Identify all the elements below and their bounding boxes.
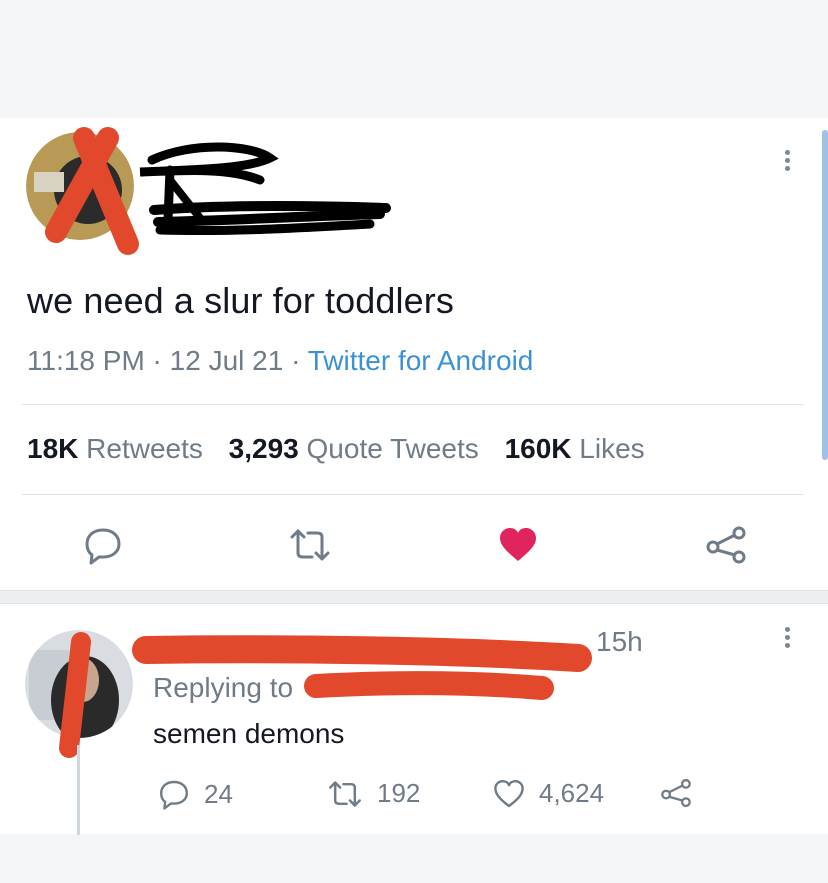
more-options-icon[interactable] — [780, 150, 794, 180]
like-icon — [500, 528, 536, 561]
reply-button[interactable] — [80, 522, 126, 568]
divider — [22, 494, 804, 495]
like-button[interactable] — [495, 522, 541, 568]
meta-separator: · — [144, 345, 170, 376]
tweet-stats: 18K Retweets 3,293 Quote Tweets 160K Lik… — [27, 433, 645, 465]
reply-reply-button[interactable]: 24 — [158, 778, 233, 810]
reply-like-button[interactable]: 4,624 — [493, 778, 604, 809]
tweet-source-link[interactable]: Twitter for Android — [308, 345, 534, 376]
retweet-count: 192 — [377, 778, 421, 808]
share-button[interactable] — [703, 522, 749, 568]
retweet-button[interactable] — [285, 522, 335, 568]
divider — [22, 404, 804, 405]
meta-separator: · — [283, 345, 308, 376]
reply-share-button[interactable] — [660, 778, 706, 808]
reply-text: semen demons — [153, 718, 345, 749]
thread-line — [77, 745, 80, 835]
quote-tweets-stat[interactable]: 3,293 Quote Tweets — [229, 433, 479, 464]
tweet-time: 11:18 PM — [27, 345, 145, 376]
likes-stat[interactable]: 160K Likes — [505, 433, 645, 464]
bottom-background — [0, 834, 828, 883]
like-count: 4,624 — [539, 778, 605, 808]
redacted-reply-author-and-handle — [132, 635, 592, 700]
retweets-stat[interactable]: 18K Retweets — [27, 433, 203, 464]
reply-icon — [160, 780, 188, 810]
top-background — [0, 0, 828, 118]
retweet-icon — [290, 529, 330, 561]
replying-to-label: Replying to — [153, 672, 294, 703]
reply-count: 24 — [204, 778, 233, 809]
section-separator — [0, 590, 828, 604]
tweet-date: 12 Jul 21 — [169, 345, 284, 376]
tweet-meta: 11:18 PM · 12 Jul 21 · Twitter for Andro… — [27, 345, 533, 377]
scrollbar[interactable] — [822, 130, 828, 460]
retweet-icon — [329, 780, 361, 807]
reply-icon — [85, 528, 121, 565]
avatar-redaction-mark — [45, 127, 139, 255]
share-icon — [706, 526, 746, 564]
reply-time: 15h — [596, 626, 643, 657]
share-icon — [661, 778, 691, 808]
tweet-text: we need a slur for toddlers — [27, 280, 454, 321]
redacted-author-name — [139, 142, 391, 236]
reply-avatar-redaction-mark — [59, 632, 91, 758]
heart-outline-icon — [494, 779, 524, 807]
reply-retweet-button[interactable]: 192 — [327, 778, 420, 809]
reply-more-options-icon[interactable] — [780, 627, 794, 657]
